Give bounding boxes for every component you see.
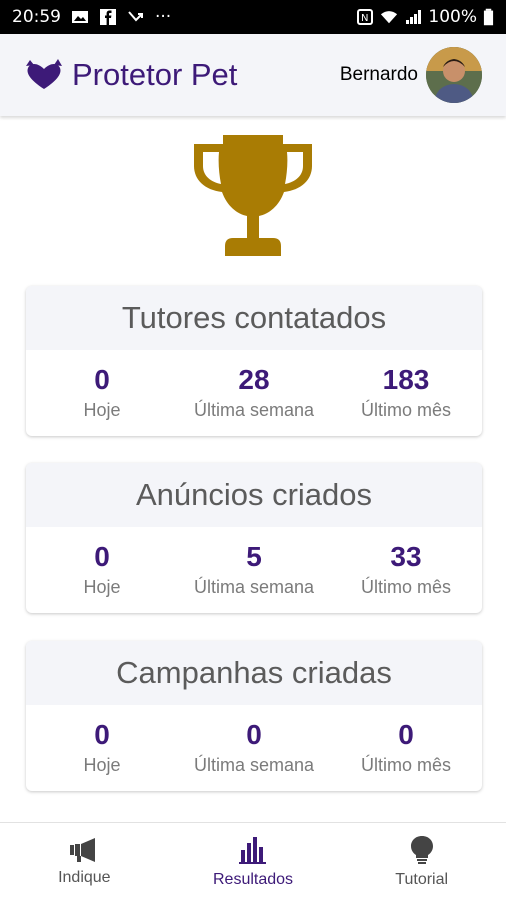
stat-ultimo-mes: 33 Último mês [330, 527, 482, 613]
signal-icon [406, 10, 422, 24]
avatar[interactable] [426, 47, 482, 103]
battery-icon [483, 8, 494, 26]
stat-value: 0 [94, 541, 110, 572]
wifi-icon [381, 11, 398, 24]
status-bar: 20:59 ··· N 100% [0, 0, 506, 34]
nav-item-tutorial[interactable]: Tutorial [337, 823, 506, 900]
megaphone-icon [70, 837, 96, 862]
stat-label: Última semana [193, 755, 315, 775]
user-profile[interactable]: Bernardo [340, 47, 482, 103]
facebook-icon [100, 9, 116, 25]
battery-percentage: 100% [428, 7, 477, 27]
stat-ultima-semana: 5 Última semana [178, 527, 330, 613]
status-more-dots: ··· [155, 7, 172, 27]
card-anuncios-criados: Anúncios criados 0 Hoje 5 Última semana … [26, 463, 482, 613]
stat-label: Último mês [360, 755, 451, 775]
stat-value: 0 [398, 719, 414, 750]
nav-item-resultados[interactable]: Resultados [169, 823, 338, 900]
nav-item-indique[interactable]: Indique [0, 823, 169, 900]
stat-ultimo-mes: 183 Último mês [330, 350, 482, 436]
app-title: Protetor Pet [72, 57, 238, 92]
stat-value: 0 [94, 364, 110, 395]
status-time: 20:59 [12, 7, 61, 27]
nfc-icon: N [357, 9, 374, 25]
trophy-icon [194, 135, 312, 256]
card-campanhas-criadas: Campanhas criadas 0 Hoje 0 Última semana… [26, 641, 482, 791]
stat-ultima-semana: 0 Última semana [178, 705, 330, 791]
missed-call-icon [128, 11, 143, 22]
stat-label: Hoje [83, 755, 121, 775]
card-title: Anúncios criados [26, 463, 482, 527]
stat-value: 28 [238, 364, 270, 395]
card-tutores-contatados: Tutores contatados 0 Hoje 28 Última sema… [26, 286, 482, 436]
nav-label: Resultados [212, 870, 294, 888]
card-stats: 0 Hoje 0 Última semana 0 Último mês [26, 705, 482, 791]
avatar-photo [426, 47, 482, 103]
stat-label: Última semana [193, 577, 315, 597]
card-stats: 0 Hoje 28 Última semana 183 Último mês [26, 350, 482, 436]
card-title: Tutores contatados [26, 286, 482, 350]
stat-value: 33 [390, 541, 422, 572]
svg-text:N: N [361, 13, 368, 24]
stat-value: 0 [246, 719, 262, 750]
stat-hoje: 0 Hoje [26, 527, 178, 613]
stat-label: Última semana [193, 400, 315, 420]
card-stats: 0 Hoje 5 Última semana 33 Último mês [26, 527, 482, 613]
stat-label: Último mês [360, 400, 451, 420]
stat-ultima-semana: 28 Última semana [178, 350, 330, 436]
card-title: Campanhas criadas [26, 641, 482, 705]
stat-hoje: 0 Hoje [26, 705, 178, 791]
nav-label: Indique [58, 868, 111, 886]
bar-chart-icon [239, 836, 266, 864]
stat-value: 0 [94, 719, 110, 750]
user-name: Bernardo [339, 64, 418, 85]
stat-ultimo-mes: 0 Último mês [330, 705, 482, 791]
lightbulb-icon [410, 835, 433, 864]
stat-label: Último mês [360, 577, 451, 597]
stat-value: 183 [382, 364, 430, 395]
stat-value: 5 [246, 541, 262, 572]
app-header: Protetor Pet Bernardo [0, 34, 506, 116]
stat-label: Hoje [83, 577, 121, 597]
app-logo: Protetor Pet [24, 57, 237, 93]
pet-heart-logo-icon [26, 59, 62, 89]
nav-label: Tutorial [395, 870, 449, 888]
stat-label: Hoje [83, 400, 121, 420]
stat-hoje: 0 Hoje [26, 350, 178, 436]
bottom-navigation: Indique Resultados Tutorial [0, 822, 506, 900]
image-icon [72, 11, 88, 23]
